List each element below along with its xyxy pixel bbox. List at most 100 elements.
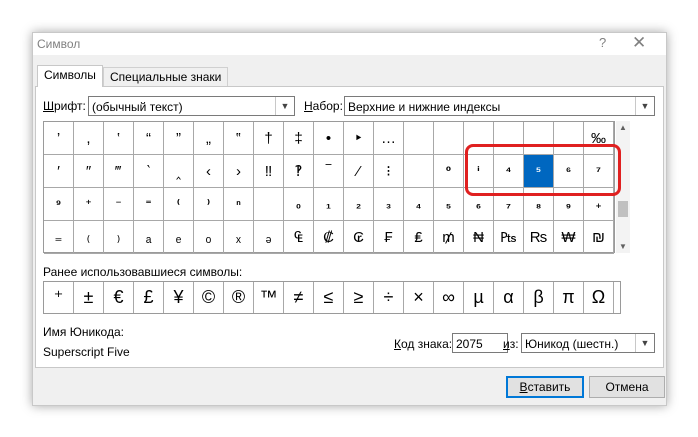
- recent-symbol-cell[interactable]: ≤: [314, 282, 344, 313]
- symbol-cell[interactable]: ₢: [344, 221, 374, 254]
- symbol-cell[interactable]: ‣: [344, 122, 374, 155]
- symbol-cell[interactable]: ₊: [584, 188, 614, 221]
- symbol-cell[interactable]: ₔ: [254, 221, 284, 254]
- symbol-cell[interactable]: ₠: [284, 221, 314, 254]
- char-code-input[interactable]: 2075: [452, 333, 508, 353]
- symbol-cell[interactable]: ⁱ: [464, 155, 494, 188]
- symbol-cell[interactable]: ’: [44, 122, 74, 155]
- symbol-cell[interactable]: ″: [74, 155, 104, 188]
- symbol-cell[interactable]: [434, 122, 464, 155]
- symbol-cell[interactable]: ₓ: [224, 221, 254, 254]
- symbol-cell[interactable]: ₅: [434, 188, 464, 221]
- symbol-cell[interactable]: [404, 122, 434, 155]
- recent-symbol-cell[interactable]: ≥: [344, 282, 374, 313]
- symbol-cell[interactable]: ₉: [554, 188, 584, 221]
- symbol-cell[interactable]: [524, 122, 554, 155]
- symbol-cell[interactable]: ‴: [104, 155, 134, 188]
- symbol-cell[interactable]: ₄: [404, 188, 434, 221]
- help-button[interactable]: ?: [599, 35, 606, 50]
- symbol-cell[interactable]: …: [374, 122, 404, 155]
- recent-symbol-cell[interactable]: π: [554, 282, 584, 313]
- recent-symbol-cell[interactable]: µ: [464, 282, 494, 313]
- symbol-cell[interactable]: ₑ: [164, 221, 194, 254]
- symbol-cell[interactable]: ₁: [314, 188, 344, 221]
- subset-select[interactable]: Верхние и нижние индексы ▼: [344, 96, 655, 116]
- symbol-cell[interactable]: ₣: [374, 221, 404, 254]
- symbol-cell[interactable]: ₧: [494, 221, 524, 254]
- symbol-cell[interactable]: ⁹: [44, 188, 74, 221]
- symbol-cell[interactable]: ⁝: [374, 155, 404, 188]
- symbol-cell[interactable]: [554, 122, 584, 155]
- recent-symbol-cell[interactable]: α: [494, 282, 524, 313]
- recent-symbol-cell[interactable]: £: [134, 282, 164, 313]
- chevron-down-icon[interactable]: ▼: [635, 97, 654, 115]
- font-select[interactable]: (обычный текст) ▼: [88, 96, 295, 116]
- symbol-cell[interactable]: ₂: [344, 188, 374, 221]
- symbol-cell[interactable]: ‛: [104, 122, 134, 155]
- recent-symbol-cell[interactable]: ×: [404, 282, 434, 313]
- symbol-cell[interactable]: ₍: [74, 221, 104, 254]
- symbol-cell[interactable]: ‼: [254, 155, 284, 188]
- tab-special-characters[interactable]: Специальные знаки: [103, 67, 229, 86]
- symbol-cell[interactable]: ⁾: [194, 188, 224, 221]
- recent-symbol-cell[interactable]: ™: [254, 282, 284, 313]
- symbol-cell[interactable]: ‸: [164, 155, 194, 188]
- symbol-cell[interactable]: ₩: [554, 221, 584, 254]
- scroll-up-icon[interactable]: ▲: [616, 123, 630, 132]
- symbol-cell[interactable]: ⁿ: [224, 188, 254, 221]
- symbol-cell[interactable]: ⁶: [554, 155, 584, 188]
- recent-symbol-cell[interactable]: Ω: [584, 282, 614, 313]
- recent-symbol-cell[interactable]: β: [524, 282, 554, 313]
- symbol-cell[interactable]: ₦: [464, 221, 494, 254]
- symbol-cell[interactable]: [254, 188, 284, 221]
- symbol-cell[interactable]: ₥: [434, 221, 464, 254]
- symbol-cell[interactable]: ”: [164, 122, 194, 155]
- symbol-cell[interactable]: “: [134, 122, 164, 155]
- symbol-cell[interactable]: ‵: [134, 155, 164, 188]
- recent-symbols-row[interactable]: ⁺ ± € £ ¥ © ® ™ ≠ ≤ ≥ ÷ × ∞ µ α β π Ω: [43, 281, 621, 314]
- symbol-cell[interactable]: [464, 122, 494, 155]
- chevron-down-icon[interactable]: ▼: [275, 97, 294, 115]
- symbol-cell[interactable]: ⁵: [524, 155, 554, 188]
- symbol-cell[interactable]: ₎: [104, 221, 134, 254]
- symbol-cell[interactable]: ⁴: [494, 155, 524, 188]
- tab-symbols[interactable]: Символы: [37, 65, 103, 87]
- symbol-cell[interactable]: ′: [44, 155, 74, 188]
- close-button[interactable]: ✕: [632, 33, 646, 53]
- symbol-cell[interactable]: ‰: [584, 122, 614, 155]
- symbol-cell[interactable]: ₈: [524, 188, 554, 221]
- symbol-cell[interactable]: †: [254, 122, 284, 155]
- symbol-cell[interactable]: ‽: [284, 155, 314, 188]
- symbol-cell[interactable]: ₡: [314, 221, 344, 254]
- recent-symbol-cell[interactable]: ∞: [434, 282, 464, 313]
- symbol-cell[interactable]: ₇: [494, 188, 524, 221]
- recent-symbol-cell[interactable]: ≠: [284, 282, 314, 313]
- symbol-cell[interactable]: ‟: [224, 122, 254, 155]
- recent-symbol-cell[interactable]: ±: [74, 282, 104, 313]
- recent-symbol-cell[interactable]: ¥: [164, 282, 194, 313]
- recent-symbol-cell[interactable]: ®: [224, 282, 254, 313]
- symbol-cell[interactable]: ₒ: [194, 221, 224, 254]
- symbol-cell[interactable]: ₪: [584, 221, 614, 254]
- grid-scrollbar[interactable]: ▲ ▼: [616, 121, 630, 253]
- symbol-cell[interactable]: ‹: [194, 155, 224, 188]
- symbol-grid[interactable]: ’, ‛ “” „ ‟ † ‡ • ‣… ‰ ′ ″ ‴ ‵ ‸ ‹ › ‼ ‽ ‾ ⁄ ⁝ ⁰ ⁱ ⁴ ⁵ ⁶ ⁷ ⁹ ⁺ ⁻ ⁼ ⁽ ⁾ ⁿ ₀ ₁…: [43, 121, 615, 254]
- recent-symbol-cell[interactable]: ÷: [374, 282, 404, 313]
- scroll-thumb[interactable]: [618, 201, 628, 217]
- recent-symbol-cell[interactable]: €: [104, 282, 134, 313]
- symbol-cell[interactable]: ⁰: [434, 155, 464, 188]
- symbol-cell[interactable]: ₌: [44, 221, 74, 254]
- insert-button[interactable]: Вставить: [506, 376, 584, 398]
- symbol-cell[interactable]: [404, 155, 434, 188]
- symbol-cell[interactable]: „: [194, 122, 224, 155]
- symbol-cell[interactable]: ⁼: [134, 188, 164, 221]
- symbol-cell[interactable]: ⁽: [164, 188, 194, 221]
- symbol-cell[interactable]: ₀: [284, 188, 314, 221]
- symbol-cell[interactable]: •: [314, 122, 344, 155]
- symbol-cell[interactable]: ⁷: [584, 155, 614, 188]
- symbol-cell[interactable]: ‡: [284, 122, 314, 155]
- symbol-cell[interactable]: ₨: [524, 221, 554, 254]
- symbol-cell[interactable]: ⁺: [74, 188, 104, 221]
- recent-symbol-cell[interactable]: ©: [194, 282, 224, 313]
- symbol-cell[interactable]: ⁻: [104, 188, 134, 221]
